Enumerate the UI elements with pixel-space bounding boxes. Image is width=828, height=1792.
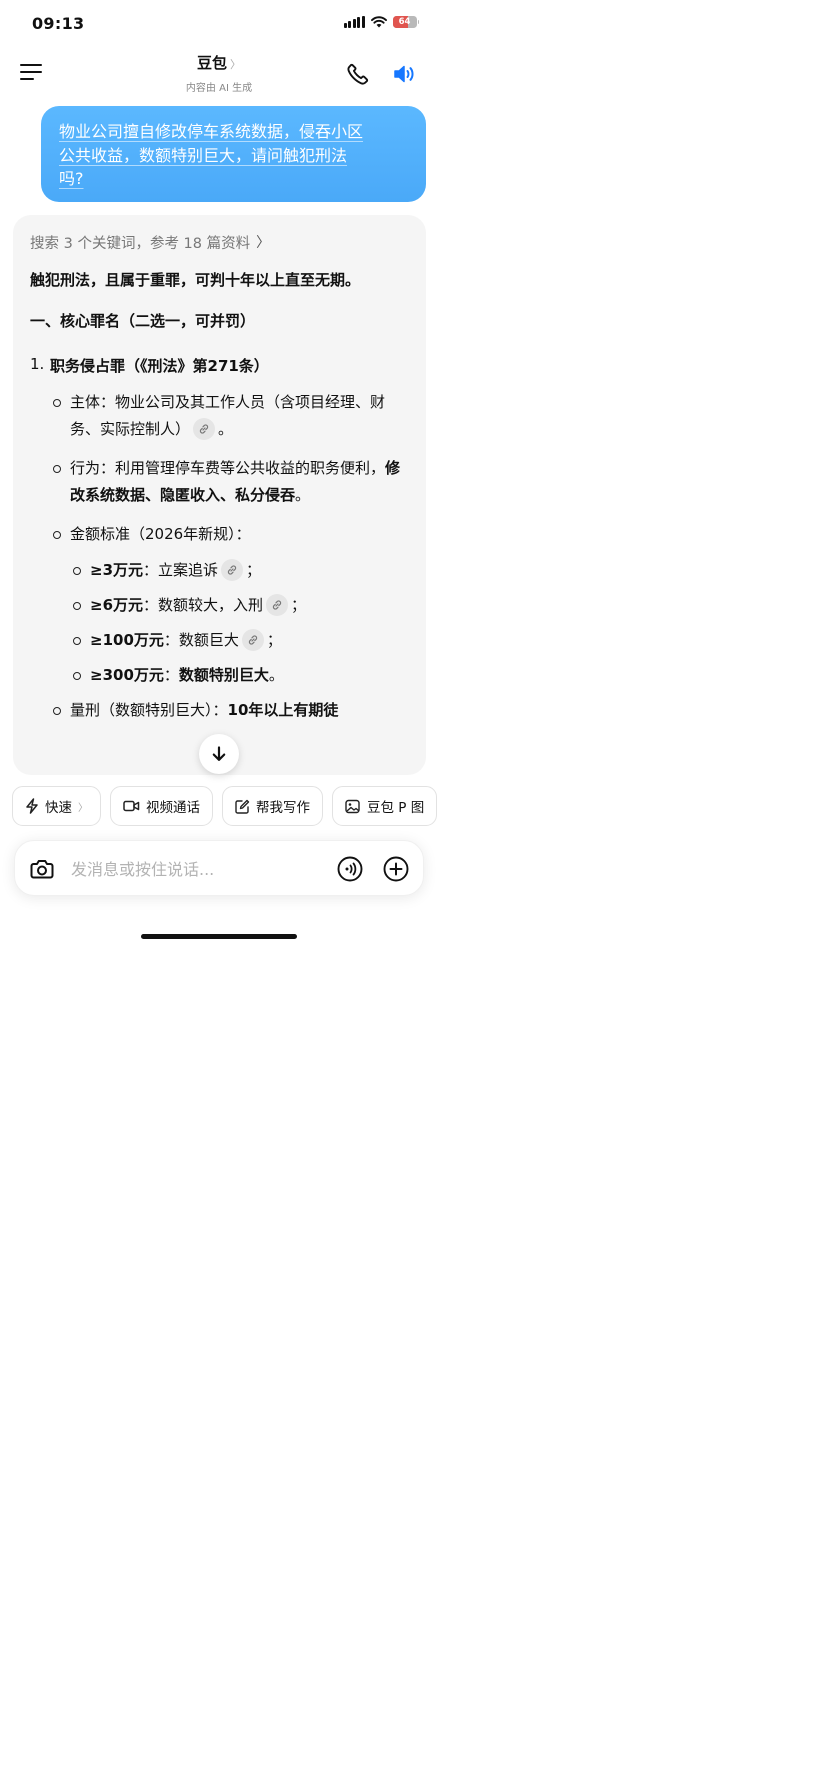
quick-action-video-call[interactable]: 视频通话 bbox=[110, 786, 213, 826]
camera-icon bbox=[30, 860, 54, 879]
threshold-sep: ： bbox=[143, 560, 159, 579]
quick-action-image-edit[interactable]: 豆包 P 图 bbox=[332, 786, 438, 826]
edit-icon bbox=[235, 799, 250, 814]
battery-percent: 64 bbox=[398, 17, 411, 27]
bullet-amount-standard: 金额标准（2026年新规）： bbox=[30, 521, 409, 548]
reference-link-button[interactable] bbox=[241, 629, 264, 651]
voice-input-button[interactable] bbox=[337, 856, 363, 882]
link-icon bbox=[272, 600, 282, 610]
add-attachment-button[interactable] bbox=[383, 856, 409, 882]
link-icon bbox=[227, 565, 237, 575]
message-input[interactable] bbox=[71, 857, 321, 881]
chip-label: 帮我写作 bbox=[256, 800, 310, 816]
item-title: 职务侵占罪（《刑法》第271条） bbox=[50, 357, 269, 375]
plus-icon bbox=[383, 856, 409, 882]
home-indicator bbox=[141, 934, 297, 939]
cellular-signal-icon bbox=[343, 16, 365, 28]
sentence-emphasis: 10年以上有期徒 bbox=[227, 700, 339, 719]
quick-action-writing[interactable]: 帮我写作 bbox=[222, 786, 323, 826]
video-icon bbox=[123, 800, 140, 812]
threshold-amount: ≥6万元 bbox=[90, 595, 144, 614]
threshold-amount: ≥300万元 bbox=[90, 665, 164, 684]
link-icon bbox=[248, 635, 258, 645]
battery-icon: 64 bbox=[392, 16, 417, 28]
bullet-sentence: 量刑（数额特别巨大）：10年以上有期徒 bbox=[30, 697, 409, 724]
reference-link-button[interactable] bbox=[221, 559, 244, 581]
threshold-desc: 数额较大，入刑 bbox=[158, 595, 264, 614]
quick-action-fast-mode[interactable]: 快速 〉 bbox=[12, 786, 101, 826]
threshold-end: ； bbox=[266, 630, 282, 649]
user-message-line: 公共收益，数额特别巨大，请问触犯刑法 bbox=[59, 145, 348, 165]
threshold-sep: ： bbox=[143, 595, 159, 614]
threshold-item: ≥3万元：立案追诉 ； bbox=[30, 557, 409, 583]
status-icons: 64 bbox=[343, 16, 419, 28]
phone-icon bbox=[347, 63, 369, 85]
ai-answer-card: 搜索 3 个关键词，参考 18 篇资料 〉 触犯刑法，且属于重罪，可判十年以上直… bbox=[13, 215, 426, 775]
lightning-icon bbox=[26, 798, 38, 814]
subject-end: 。 bbox=[218, 419, 234, 438]
chat-screen: 09:13 64 豆包〉 内容由 AI 生成 物业公司擅自修改停车系统数据，侵吞… bbox=[0, 0, 438, 950]
link-icon bbox=[199, 424, 209, 434]
chevron-right-icon: 〉 bbox=[230, 58, 241, 71]
message-composer bbox=[14, 840, 424, 896]
threshold-amount: ≥3万元 bbox=[90, 560, 144, 579]
ai-disclaimer: 内容由 AI 生成 bbox=[185, 83, 253, 94]
threshold-end: ； bbox=[246, 560, 262, 579]
bullet-subject: 主体：物业公司及其工作人员（含项目经理、财务、实际控制人）。 bbox=[30, 389, 409, 442]
user-message-bubble[interactable]: 物业公司擅自修改停车系统数据，侵吞小区 公共收益，数额特别巨大，请问触犯刑法 吗… bbox=[41, 106, 426, 202]
threshold-end: 。 bbox=[268, 665, 284, 684]
chip-label: 豆包 P 图 bbox=[367, 800, 425, 816]
threshold-item: ≥6万元：数额较大，入刑 ； bbox=[30, 592, 409, 618]
chevron-right-icon: 〉 bbox=[256, 235, 271, 251]
phone-call-button[interactable] bbox=[346, 62, 370, 86]
reference-link-button[interactable] bbox=[266, 594, 289, 616]
bot-title[interactable]: 豆包〉 bbox=[0, 52, 438, 73]
wifi-icon bbox=[370, 16, 387, 28]
behavior-text: 行为：利用管理停车费等公共收益的职务便利， bbox=[70, 459, 386, 477]
threshold-desc: 立案追诉 bbox=[158, 560, 219, 579]
answer-lead: 触犯刑法，且属于重罪，可判十年以上直至无期。 bbox=[30, 271, 361, 289]
threshold-end: ； bbox=[291, 595, 307, 614]
status-bar: 09:13 64 bbox=[0, 0, 438, 46]
search-sources-link[interactable]: 搜索 3 个关键词，参考 18 篇资料 〉 bbox=[30, 229, 409, 255]
threshold-desc: 数额特别巨大 bbox=[178, 665, 269, 684]
reference-link-button[interactable] bbox=[193, 418, 216, 440]
sources-label: 搜索 3 个关键词，参考 18 篇资料 bbox=[30, 235, 251, 252]
threshold-sep: ： bbox=[163, 665, 179, 684]
chip-label: 快速 bbox=[45, 800, 72, 816]
image-edit-icon bbox=[345, 799, 360, 813]
scroll-to-bottom-button[interactable] bbox=[199, 734, 239, 774]
quick-actions-bar: 快速 〉 视频通话 帮我写作 豆包 P 图 bbox=[12, 786, 438, 826]
item-number: 1. bbox=[30, 355, 45, 373]
section-heading: 一、核心罪名（二选一，可并罚） bbox=[30, 312, 256, 330]
threshold-amount: ≥100万元 bbox=[90, 630, 164, 649]
bot-name: 豆包 bbox=[196, 54, 227, 72]
voice-wave-icon bbox=[337, 856, 363, 882]
bullet-behavior: 行为：利用管理停车费等公共收益的职务便利，修改系统数据、隐匿收入、私分侵吞。 bbox=[30, 455, 409, 508]
threshold-item: ≥300万元：数额特别巨大。 bbox=[30, 662, 409, 688]
sentence-text: 量刑（数额特别巨大）： bbox=[70, 700, 228, 719]
threshold-desc: 数额巨大 bbox=[178, 630, 239, 649]
chevron-right-icon: 〉 bbox=[78, 802, 88, 814]
user-message-line: 物业公司擅自修改停车系统数据，侵吞小区 bbox=[59, 122, 364, 141]
status-time: 09:13 bbox=[32, 14, 85, 33]
chip-label: 视频通话 bbox=[146, 800, 200, 816]
user-message-line: 吗? bbox=[59, 169, 84, 188]
chat-header: 豆包〉 内容由 AI 生成 bbox=[0, 46, 438, 96]
camera-button[interactable] bbox=[29, 856, 55, 882]
behavior-end: 。 bbox=[295, 485, 311, 504]
arrow-down-icon bbox=[212, 746, 226, 761]
threshold-item: ≥100万元：数额巨大 ； bbox=[30, 627, 409, 653]
battery-tip bbox=[417, 20, 419, 24]
ordered-item: 1. 职务侵占罪（《刑法》第271条） bbox=[30, 355, 409, 376]
standard-title: 金额标准（2026年新规）： bbox=[70, 525, 251, 543]
speaker-button[interactable] bbox=[392, 62, 416, 86]
threshold-sep: ： bbox=[163, 630, 179, 649]
speaker-icon bbox=[394, 65, 414, 83]
